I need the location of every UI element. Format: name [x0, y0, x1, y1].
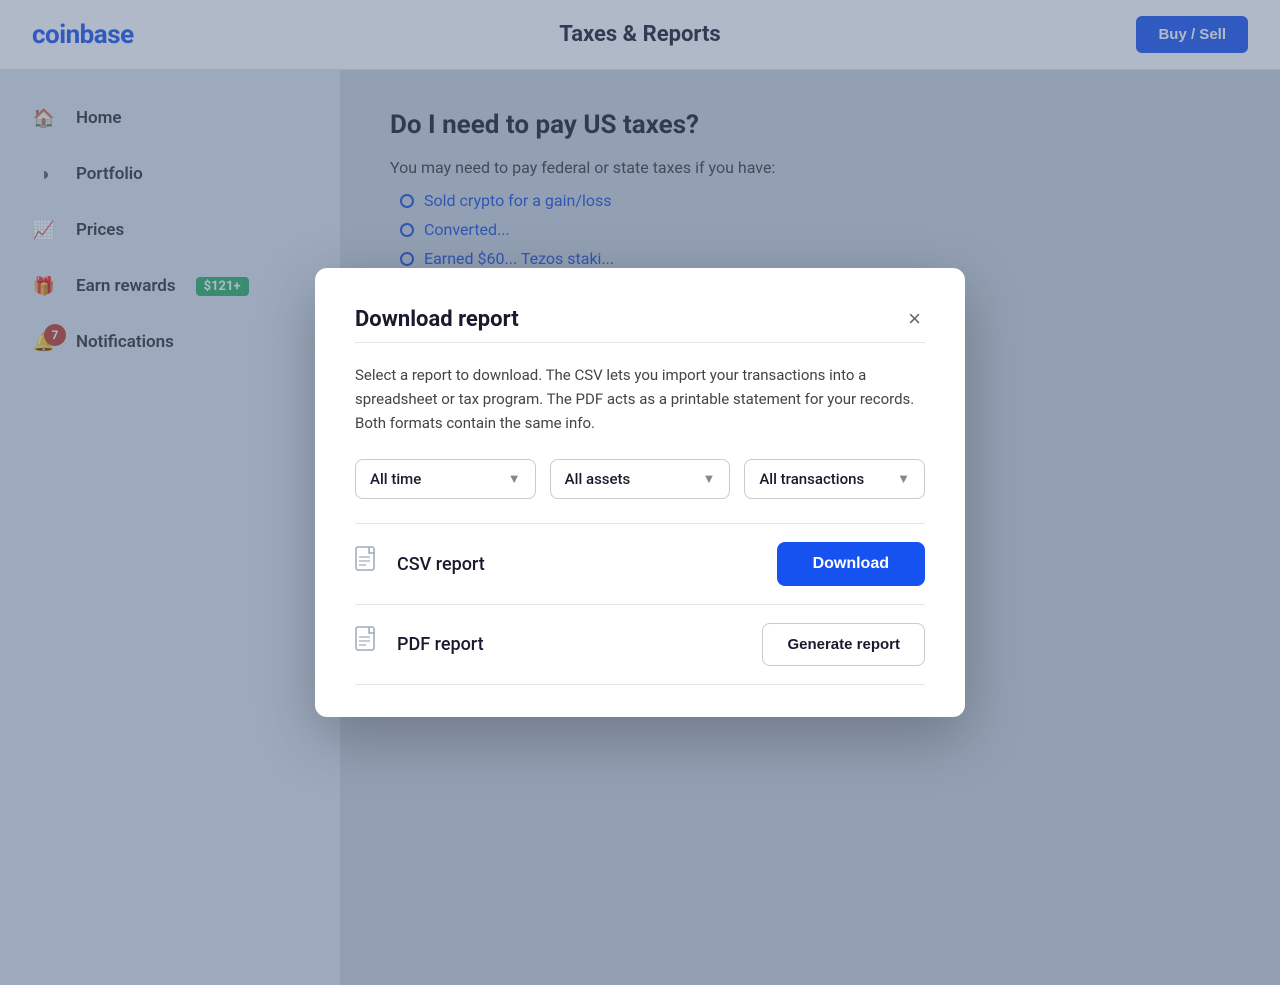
pdf-report-name: PDF report [397, 634, 484, 655]
csv-report-name: CSV report [397, 554, 485, 575]
modal-close-button[interactable]: × [904, 304, 925, 334]
csv-report-row: CSV report Download [355, 523, 925, 604]
modal-overlay: Download report × Select a report to dow… [0, 0, 1280, 985]
modal-description: Select a report to download. The CSV let… [355, 363, 925, 435]
transactions-select[interactable]: All transactions ▼ [744, 459, 925, 499]
chevron-down-icon: ▼ [702, 471, 715, 487]
time-select[interactable]: All time ▼ [355, 459, 536, 499]
modal-title: Download report [355, 307, 519, 332]
pdf-file-icon [355, 626, 381, 663]
assets-select-label: All assets [565, 470, 631, 488]
modal-header: Download report × [355, 304, 925, 334]
csv-report-left: CSV report [355, 546, 485, 583]
chevron-down-icon: ▼ [508, 471, 521, 487]
time-select-label: All time [370, 470, 421, 488]
chevron-down-icon: ▼ [897, 471, 910, 487]
csv-file-icon [355, 546, 381, 583]
csv-download-button[interactable]: Download [777, 542, 925, 586]
pdf-report-left: PDF report [355, 626, 484, 663]
modal-selects-row: All time ▼ All assets ▼ All transactions… [355, 459, 925, 499]
assets-select[interactable]: All assets ▼ [550, 459, 731, 499]
download-report-modal: Download report × Select a report to dow… [315, 268, 965, 717]
pdf-generate-button[interactable]: Generate report [762, 623, 925, 666]
transactions-select-label: All transactions [759, 470, 864, 488]
pdf-report-row: PDF report Generate report [355, 604, 925, 685]
modal-divider [355, 342, 925, 343]
